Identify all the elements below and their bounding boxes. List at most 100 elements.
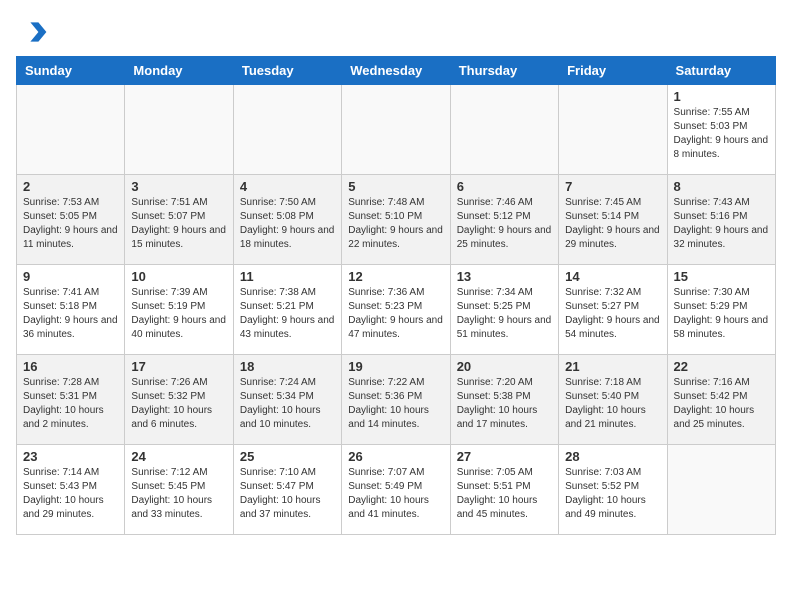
- calendar-week-row: 23 Sunrise: 7:14 AM Sunset: 5:43 PM Dayli…: [17, 445, 776, 535]
- calendar-cell: 13Sunrise: 7:34 AM Sunset: 5:25 PM Dayli…: [450, 265, 558, 355]
- day-info: Sunrise: 7:30 AM Sunset: 5:29 PM Dayligh…: [674, 286, 769, 342]
- calendar-cell: 4Sunrise: 7:50 AM Sunset: 5:08 PM Daylig…: [233, 175, 341, 265]
- calendar-cell: 19 Sunrise: 7:22 AM Sunset: 5:36 PM Dayli…: [342, 355, 450, 445]
- day-number: 28: [565, 449, 660, 464]
- calendar-header-row: SundayMondayTuesdayWednesdayThursdayFrid…: [17, 57, 776, 85]
- day-info: Sunrise: 7:07 AM Sunset: 5:49 PM Dayligh…: [348, 466, 443, 522]
- calendar-table: SundayMondayTuesdayWednesdayThursdayFrid…: [16, 56, 776, 535]
- calendar-cell: 21 Sunrise: 7:18 AM Sunset: 5:40 PM Dayli…: [559, 355, 667, 445]
- day-info: Sunrise: 7:20 AM Sunset: 5:38 PM Dayligh…: [457, 376, 552, 432]
- calendar-cell: 12 Sunrise: 7:36 AM Sunset: 5:23 PM Dayli…: [342, 265, 450, 355]
- day-number: 26: [348, 449, 443, 464]
- day-number: 11: [240, 269, 335, 284]
- day-number: 23: [23, 449, 118, 464]
- logo: [16, 16, 52, 48]
- day-number: 12: [348, 269, 443, 284]
- day-number: 14: [565, 269, 660, 284]
- calendar-cell: 5 Sunrise: 7:48 AM Sunset: 5:10 PM Daylig…: [342, 175, 450, 265]
- day-info: Sunrise: 7:53 AM Sunset: 5:05 PM Dayligh…: [23, 196, 118, 252]
- day-number: 3: [131, 179, 226, 194]
- weekday-header: Saturday: [667, 57, 775, 85]
- calendar-cell: 17 Sunrise: 7:26 AM Sunset: 5:32 PM Dayli…: [125, 355, 233, 445]
- calendar-cell: [233, 85, 341, 175]
- calendar-cell: 23 Sunrise: 7:14 AM Sunset: 5:43 PM Dayli…: [17, 445, 125, 535]
- calendar-cell: 3 Sunrise: 7:51 AM Sunset: 5:07 PM Daylig…: [125, 175, 233, 265]
- calendar-cell: 24 Sunrise: 7:12 AM Sunset: 5:45 PM Dayli…: [125, 445, 233, 535]
- calendar-cell: 28 Sunrise: 7:03 AM Sunset: 5:52 PM Dayli…: [559, 445, 667, 535]
- calendar-week-row: 9 Sunrise: 7:41 AM Sunset: 5:18 PM Daylig…: [17, 265, 776, 355]
- calendar-cell: [17, 85, 125, 175]
- day-number: 5: [348, 179, 443, 194]
- day-number: 24: [131, 449, 226, 464]
- day-info: Sunrise: 7:55 AM Sunset: 5:03 PM Dayligh…: [674, 106, 769, 162]
- calendar-cell: 16 Sunrise: 7:28 AM Sunset: 5:31 PM Dayli…: [17, 355, 125, 445]
- day-number: 25: [240, 449, 335, 464]
- day-info: Sunrise: 7:34 AM Sunset: 5:25 PM Dayligh…: [457, 286, 552, 342]
- day-info: Sunrise: 7:10 AM Sunset: 5:47 PM Dayligh…: [240, 466, 335, 522]
- day-info: Sunrise: 7:16 AM Sunset: 5:42 PM Dayligh…: [674, 376, 769, 432]
- calendar-week-row: 1 Sunrise: 7:55 AM Sunset: 5:03 PM Daylig…: [17, 85, 776, 175]
- calendar-cell: 7 Sunrise: 7:45 AM Sunset: 5:14 PM Daylig…: [559, 175, 667, 265]
- day-info: Sunrise: 7:32 AM Sunset: 5:27 PM Dayligh…: [565, 286, 660, 342]
- calendar-cell: 9 Sunrise: 7:41 AM Sunset: 5:18 PM Daylig…: [17, 265, 125, 355]
- day-number: 21: [565, 359, 660, 374]
- weekday-header: Sunday: [17, 57, 125, 85]
- calendar-cell: 20 Sunrise: 7:20 AM Sunset: 5:38 PM Dayli…: [450, 355, 558, 445]
- calendar-cell: [450, 85, 558, 175]
- day-info: Sunrise: 7:43 AM Sunset: 5:16 PM Dayligh…: [674, 196, 769, 252]
- day-info: Sunrise: 7:22 AM Sunset: 5:36 PM Dayligh…: [348, 376, 443, 432]
- weekday-header: Tuesday: [233, 57, 341, 85]
- day-info: Sunrise: 7:26 AM Sunset: 5:32 PM Dayligh…: [131, 376, 226, 432]
- weekday-header: Thursday: [450, 57, 558, 85]
- day-info: Sunrise: 7:38 AM Sunset: 5:21 PM Dayligh…: [240, 286, 335, 342]
- day-info: Sunrise: 7:12 AM Sunset: 5:45 PM Dayligh…: [131, 466, 226, 522]
- day-info: Sunrise: 7:36 AM Sunset: 5:23 PM Dayligh…: [348, 286, 443, 342]
- day-number: 20: [457, 359, 552, 374]
- day-number: 17: [131, 359, 226, 374]
- day-info: Sunrise: 7:41 AM Sunset: 5:18 PM Dayligh…: [23, 286, 118, 342]
- calendar-cell: 1 Sunrise: 7:55 AM Sunset: 5:03 PM Daylig…: [667, 85, 775, 175]
- day-info: Sunrise: 7:51 AM Sunset: 5:07 PM Dayligh…: [131, 196, 226, 252]
- day-info: Sunrise: 7:03 AM Sunset: 5:52 PM Dayligh…: [565, 466, 660, 522]
- calendar-cell: 26 Sunrise: 7:07 AM Sunset: 5:49 PM Dayli…: [342, 445, 450, 535]
- calendar-cell: [125, 85, 233, 175]
- day-number: 8: [674, 179, 769, 194]
- calendar-cell: [559, 85, 667, 175]
- day-info: Sunrise: 7:28 AM Sunset: 5:31 PM Dayligh…: [23, 376, 118, 432]
- calendar-week-row: 16 Sunrise: 7:28 AM Sunset: 5:31 PM Dayli…: [17, 355, 776, 445]
- day-number: 27: [457, 449, 552, 464]
- day-number: 18: [240, 359, 335, 374]
- calendar-cell: 14 Sunrise: 7:32 AM Sunset: 5:27 PM Dayli…: [559, 265, 667, 355]
- day-number: 16: [23, 359, 118, 374]
- day-info: Sunrise: 7:14 AM Sunset: 5:43 PM Dayligh…: [23, 466, 118, 522]
- calendar-cell: 6Sunrise: 7:46 AM Sunset: 5:12 PM Daylig…: [450, 175, 558, 265]
- day-number: 22: [674, 359, 769, 374]
- calendar-cell: 15Sunrise: 7:30 AM Sunset: 5:29 PM Dayli…: [667, 265, 775, 355]
- day-number: 6: [457, 179, 552, 194]
- calendar-cell: [667, 445, 775, 535]
- day-number: 19: [348, 359, 443, 374]
- day-info: Sunrise: 7:39 AM Sunset: 5:19 PM Dayligh…: [131, 286, 226, 342]
- calendar-cell: 11 Sunrise: 7:38 AM Sunset: 5:21 PM Dayli…: [233, 265, 341, 355]
- day-info: Sunrise: 7:48 AM Sunset: 5:10 PM Dayligh…: [348, 196, 443, 252]
- calendar-cell: 22 Sunrise: 7:16 AM Sunset: 5:42 PM Dayli…: [667, 355, 775, 445]
- page-header: [16, 16, 776, 48]
- calendar-cell: 25 Sunrise: 7:10 AM Sunset: 5:47 PM Dayli…: [233, 445, 341, 535]
- day-info: Sunrise: 7:18 AM Sunset: 5:40 PM Dayligh…: [565, 376, 660, 432]
- weekday-header: Monday: [125, 57, 233, 85]
- weekday-header: Friday: [559, 57, 667, 85]
- day-number: 7: [565, 179, 660, 194]
- calendar-week-row: 2 Sunrise: 7:53 AM Sunset: 5:05 PM Daylig…: [17, 175, 776, 265]
- logo-icon: [16, 16, 48, 48]
- weekday-header: Wednesday: [342, 57, 450, 85]
- day-info: Sunrise: 7:45 AM Sunset: 5:14 PM Dayligh…: [565, 196, 660, 252]
- day-number: 10: [131, 269, 226, 284]
- calendar-cell: 2 Sunrise: 7:53 AM Sunset: 5:05 PM Daylig…: [17, 175, 125, 265]
- day-number: 1: [674, 89, 769, 104]
- day-number: 9: [23, 269, 118, 284]
- day-info: Sunrise: 7:24 AM Sunset: 5:34 PM Dayligh…: [240, 376, 335, 432]
- day-number: 2: [23, 179, 118, 194]
- calendar-cell: 18 Sunrise: 7:24 AM Sunset: 5:34 PM Dayli…: [233, 355, 341, 445]
- day-info: Sunrise: 7:05 AM Sunset: 5:51 PM Dayligh…: [457, 466, 552, 522]
- day-info: Sunrise: 7:50 AM Sunset: 5:08 PM Dayligh…: [240, 196, 335, 252]
